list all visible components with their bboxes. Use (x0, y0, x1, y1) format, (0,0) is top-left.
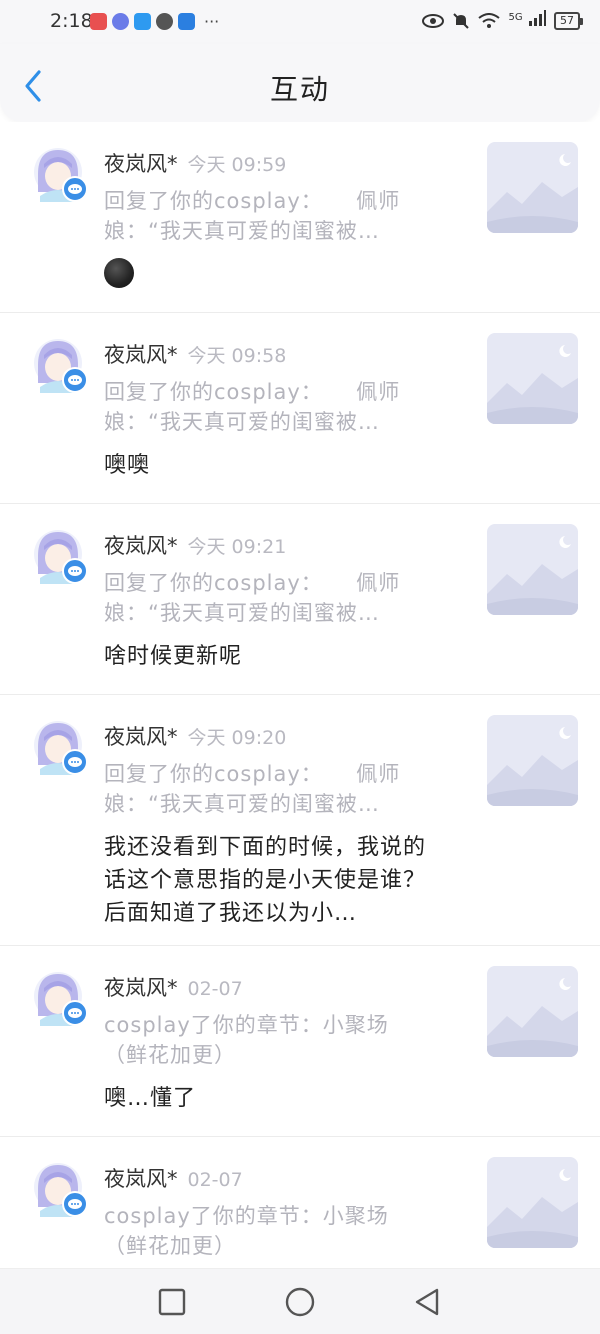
name-line: 夜岚风* 今天 09:58 (104, 339, 286, 369)
comment-badge-icon (62, 1000, 88, 1026)
post-thumbnail[interactable] (487, 333, 578, 424)
wifi-icon (478, 12, 501, 28)
maps-app-icon (178, 13, 195, 30)
timestamp: 今天 09:58 (187, 345, 287, 367)
comment-content (104, 258, 444, 298)
quoted-reference[interactable]: cosplay了你的章节：小聚场 （鲜花加更） (104, 1010, 438, 1070)
quote-line: cosplay了你的章节：小聚场 (104, 1013, 389, 1037)
username[interactable]: 夜岚风* (104, 1167, 178, 1191)
timestamp: 02-07 (187, 978, 243, 1000)
quoted-reference[interactable]: 回复了你的cosplay： 佩师 娘：“我天真可爱的闺蜜被… (104, 377, 438, 437)
mute-bell-icon (453, 12, 470, 29)
timestamp: 今天 09:21 (187, 536, 287, 558)
quote-line: 回复了你的cosplay： 佩师 (104, 189, 401, 213)
list-item[interactable]: 夜岚风* 02-07 cosplay了你的章节：小聚场 （鲜花加更） 噢…懂了 (0, 946, 600, 1137)
username[interactable]: 夜岚风* (104, 725, 178, 749)
quoted-reference[interactable]: 回复了你的cosplay： 佩师 娘：“我天真可爱的闺蜜被… (104, 568, 438, 628)
comment-content: 噢…懂了 (104, 1086, 197, 1111)
circle-icon (285, 1287, 315, 1317)
signal-icon (529, 10, 546, 26)
username[interactable]: 夜岚风* (104, 534, 178, 558)
quote-line: 娘：“我天真可爱的闺蜜被… (104, 792, 380, 816)
timestamp: 02-07 (187, 1169, 243, 1191)
quoted-reference[interactable]: cosplay了你的章节：小聚场 （鲜花加更） (104, 1201, 438, 1261)
quoted-reference[interactable]: 回复了你的cosplay： 佩师 娘：“我天真可爱的闺蜜被… (104, 759, 438, 819)
name-line: 夜岚风* 今天 09:20 (104, 721, 286, 751)
triangle-back-icon (415, 1288, 439, 1316)
eye-icon (422, 13, 445, 28)
battery-indicator: 57 (554, 11, 583, 30)
back-nav-button[interactable] (410, 1285, 444, 1319)
quote-line: 回复了你的cosplay： 佩师 (104, 571, 401, 595)
comment-badge-icon (62, 749, 88, 775)
post-thumbnail[interactable] (487, 715, 578, 806)
avatar[interactable] (30, 1159, 90, 1219)
avatar[interactable] (30, 717, 90, 777)
comment-content: 我还没看到下面的时候，我说的话这个意思指的是小天使是谁？后面知道了我还以为小… (104, 835, 427, 926)
home-button[interactable] (283, 1285, 317, 1319)
news-app-icon (90, 13, 107, 30)
avatar[interactable] (30, 144, 90, 204)
comment-badge-icon (62, 558, 88, 584)
comment-badge-icon (62, 176, 88, 202)
status-app-icons: ··· (90, 12, 219, 31)
recents-button[interactable] (155, 1285, 189, 1319)
status-more-icon: ··· (204, 12, 220, 31)
list-item[interactable]: 夜岚风* 今天 09:58 回复了你的cosplay： 佩师 娘：“我天真可爱的闺… (0, 313, 600, 504)
status-bar: 2:18 ··· 5G 57 (0, 0, 600, 44)
username[interactable]: 夜岚风* (104, 152, 178, 176)
status-indicators: 5G 57 (422, 10, 583, 31)
quote-line: 娘：“我天真可爱的闺蜜被… (104, 601, 380, 625)
username[interactable]: 夜岚风* (104, 976, 178, 1000)
quote-line: 娘：“我天真可爱的闺蜜被… (104, 219, 380, 243)
wechat-app-icon (156, 13, 173, 30)
quote-line: 娘：“我天真可爱的闺蜜被… (104, 410, 380, 434)
timestamp: 今天 09:20 (187, 727, 287, 749)
username[interactable]: 夜岚风* (104, 343, 178, 367)
dark-face-emoji-icon (104, 258, 134, 288)
quote-line: 回复了你的cosplay： 佩师 (104, 380, 401, 404)
list-item[interactable]: 夜岚风* 今天 09:21 回复了你的cosplay： 佩师 娘：“我天真可爱的闺… (0, 504, 600, 695)
status-time: 2:18 (50, 10, 93, 32)
name-line: 夜岚风* 今天 09:59 (104, 148, 286, 178)
square-icon (158, 1288, 186, 1316)
interaction-list: 夜岚风* 今天 09:59 回复了你的cosplay： 佩师 娘：“我天真可爱的闺… (0, 122, 600, 1327)
avatar[interactable] (30, 968, 90, 1028)
quote-line: 回复了你的cosplay： 佩师 (104, 762, 401, 786)
network-type: 5G (508, 12, 523, 23)
quoted-reference[interactable]: 回复了你的cosplay： 佩师 娘：“我天真可爱的闺蜜被… (104, 186, 438, 246)
list-item[interactable]: 夜岚风* 今天 09:20 回复了你的cosplay： 佩师 娘：“我天真可爱的闺… (0, 695, 600, 946)
music-app-icon (112, 13, 129, 30)
name-line: 夜岚风* 今天 09:21 (104, 530, 286, 560)
name-line: 夜岚风* 02-07 (104, 972, 243, 1002)
page-title: 互动 (269, 73, 330, 106)
list-item[interactable]: 夜岚风* 今天 09:59 回复了你的cosplay： 佩师 娘：“我天真可爱的闺… (0, 122, 600, 313)
timestamp: 今天 09:59 (187, 154, 287, 176)
post-thumbnail[interactable] (487, 966, 578, 1057)
post-thumbnail[interactable] (487, 1157, 578, 1248)
avatar[interactable] (30, 335, 90, 395)
avatar[interactable] (30, 526, 90, 586)
name-line: 夜岚风* 02-07 (104, 1163, 243, 1193)
comment-badge-icon (62, 1191, 88, 1217)
post-thumbnail[interactable] (487, 142, 578, 233)
weather-app-icon (134, 13, 151, 30)
comment-content: 啥时候更新呢 (104, 644, 243, 669)
quote-line: （鲜花加更） (104, 1043, 236, 1067)
signal-indicator: 5G (508, 10, 546, 31)
quote-line: cosplay了你的章节：小聚场 (104, 1204, 389, 1228)
comment-content: 噢噢 (104, 453, 151, 478)
system-nav-bar (0, 1268, 600, 1334)
page-header: 互动 (0, 44, 600, 122)
quote-line: （鲜花加更） (104, 1234, 236, 1258)
comment-badge-icon (62, 367, 88, 393)
post-thumbnail[interactable] (487, 524, 578, 615)
